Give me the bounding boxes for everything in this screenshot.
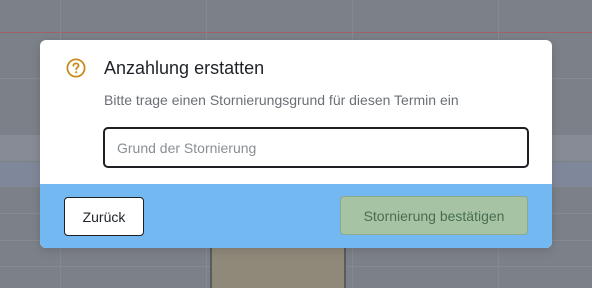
current-time-line	[0, 32, 592, 33]
refund-deposit-dialog: Anzahlung erstatten Bitte trage einen St…	[40, 40, 552, 248]
dialog-footer: Zurück Stornierung bestätigen	[40, 184, 552, 248]
confirm-cancellation-button[interactable]: Stornierung bestätigen	[340, 196, 528, 235]
cancellation-reason-input[interactable]	[103, 127, 529, 168]
page: Anzahlung erstatten Bitte trage einen St…	[0, 0, 592, 288]
calendar-appointment-block	[210, 246, 346, 288]
question-circle-icon	[66, 58, 86, 78]
back-button[interactable]: Zurück	[64, 197, 144, 236]
dialog-subtitle: Bitte trage einen Stornierungsgrund für …	[104, 92, 459, 108]
dialog-title: Anzahlung erstatten	[104, 58, 265, 78]
